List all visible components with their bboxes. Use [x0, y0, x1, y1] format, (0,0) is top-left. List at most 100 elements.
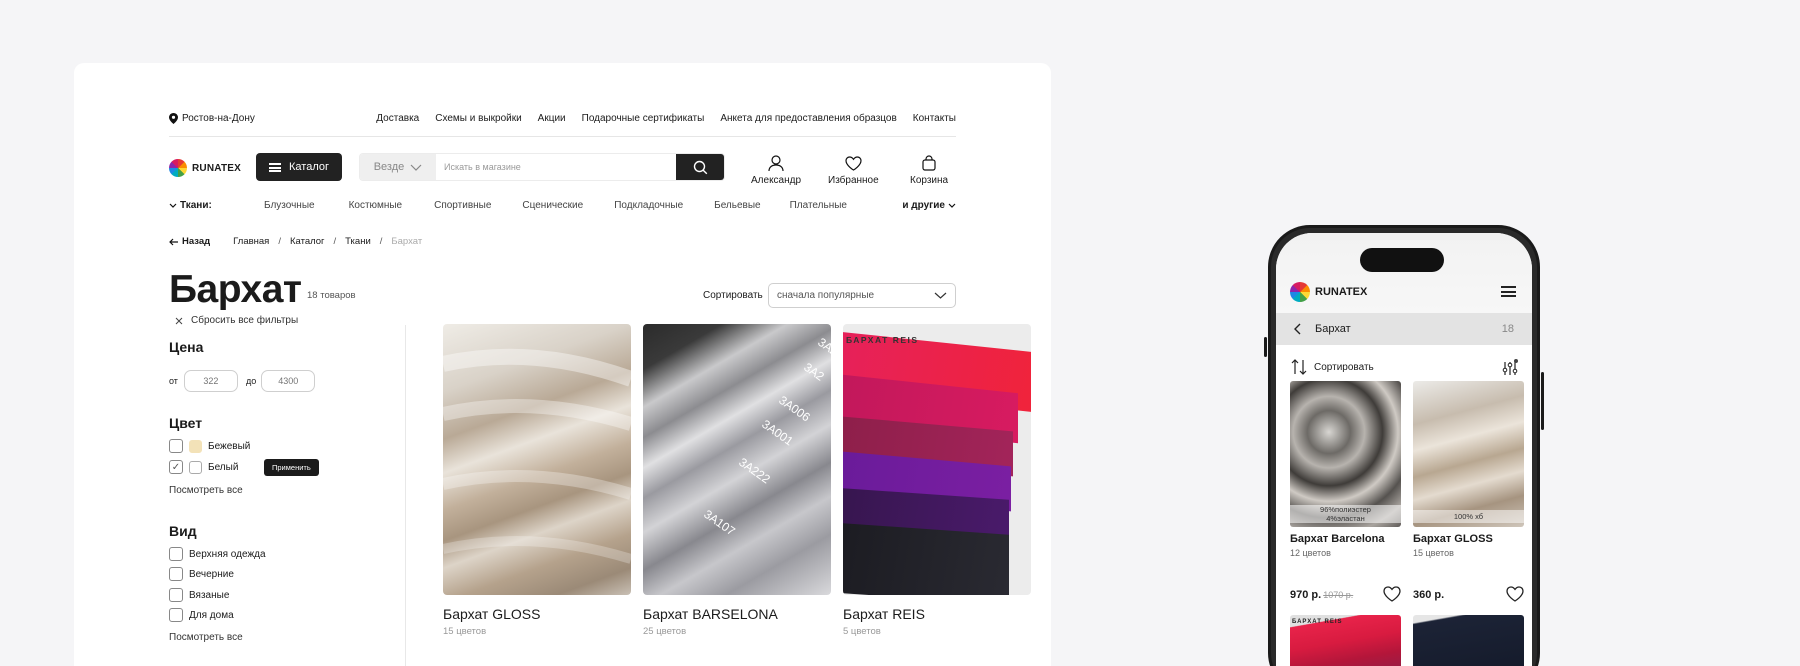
product-name[interactable]: Бархат BARSELONA [643, 606, 831, 622]
catalog-button[interactable]: Каталог [256, 153, 342, 181]
city-selector[interactable]: Ростов-на-Дону [169, 112, 255, 124]
top-link-certificates[interactable]: Подарочные сертификаты [582, 113, 705, 124]
kind-option[interactable]: Вечерние [169, 567, 234, 581]
product-brand: БАРХАТ REIS [846, 335, 919, 345]
product-card[interactable]: 3A2 3A2 3A006 3A001 3A222 3A107 Бархат B… [643, 324, 831, 637]
page-title: Бархат [169, 268, 302, 311]
logo[interactable]: RUNATEX [169, 159, 241, 177]
chevron-down-icon [169, 203, 177, 208]
checkbox[interactable] [169, 567, 183, 581]
sort-label: Сортировать [703, 290, 763, 301]
composition-line: 100% хб [1453, 512, 1484, 521]
category-lead[interactable]: Ткани: [169, 200, 264, 211]
cart-button[interactable]: Корзина [910, 153, 948, 186]
search-icon [693, 160, 707, 174]
heart-icon[interactable] [1383, 586, 1401, 602]
top-link-delivery[interactable]: Доставка [376, 113, 419, 124]
account-button[interactable]: Александр [751, 153, 801, 186]
category-stage[interactable]: Сценические [522, 200, 583, 211]
desktop-mockup: Ростов-на-Дону Доставка Схемы и выкройки… [74, 63, 1051, 666]
bag-icon [922, 155, 936, 171]
back-label: Назад [182, 236, 211, 247]
top-link-samples-form[interactable]: Анкета для предоставления образцов [720, 113, 896, 124]
top-link-promo[interactable]: Акции [538, 113, 566, 124]
heart-icon [845, 155, 862, 171]
divider [405, 325, 406, 666]
location-pin-icon [169, 112, 178, 124]
price-to-label: до [245, 376, 257, 386]
category-more[interactable]: и другие [902, 200, 956, 211]
category-lining[interactable]: Подкладочные [614, 200, 683, 211]
search-input[interactable] [436, 154, 676, 180]
phone-side-button [1541, 372, 1544, 430]
mobile-product-card[interactable]: 96%полиэстер 4%эластан Бархат Barcelona … [1290, 381, 1401, 602]
mobile-product-image[interactable] [1413, 615, 1524, 666]
price-to-input[interactable] [261, 370, 316, 392]
category-linen[interactable]: Бельевые [714, 200, 760, 211]
kind-option[interactable]: Для дома [169, 608, 234, 622]
mobile-logo[interactable]: RUNATEX [1290, 282, 1367, 302]
color-option-white[interactable]: ✓ Белый [169, 460, 238, 474]
fabric-tag: 3A2 [801, 360, 827, 384]
product-card[interactable]: БАРХАТ REIS Бархат REIS 5 цветов [843, 324, 1031, 637]
chevron-left-icon[interactable] [1294, 323, 1301, 335]
top-link-contacts[interactable]: Контакты [913, 113, 956, 124]
crumb-fabrics[interactable]: Ткани [345, 236, 371, 247]
color-option-label: Белый [208, 461, 239, 473]
mobile-product-image[interactable]: 96%полиэстер 4%эластан [1290, 381, 1401, 527]
mobile-product-image[interactable]: БАРХАТ REIS [1290, 615, 1401, 666]
kind-option-label: Для дома [189, 609, 234, 621]
heart-icon[interactable] [1506, 586, 1524, 602]
category-sport[interactable]: Спортивные [434, 200, 491, 211]
mobile-sort-label[interactable]: Сортировать [1314, 362, 1502, 373]
checkbox[interactable] [169, 588, 183, 602]
checkbox[interactable] [169, 439, 183, 453]
search-button[interactable] [676, 154, 724, 180]
product-image[interactable]: БАРХАТ REIS [843, 324, 1031, 595]
category-blouse[interactable]: Блузочные [264, 200, 315, 211]
reset-filters-button[interactable]: Сбросить все фильтры [175, 315, 298, 326]
account-label: Александр [751, 175, 802, 186]
category-suit[interactable]: Костюмные [349, 200, 403, 211]
mobile-product-card[interactable]: 100% хб Бархат GLOSS 15 цветов 360 р. [1413, 381, 1524, 602]
mobile-breadcrumb: Бархат 18 [1276, 313, 1532, 345]
search-scope-dropdown[interactable]: Везде [360, 154, 436, 180]
kind-option-label: Верхняя одежда [189, 548, 266, 560]
search-bar: Везде [359, 153, 725, 181]
color-see-all-link[interactable]: Посмотреть все [169, 485, 243, 496]
product-card[interactable]: Бархат GLOSS 15 цветов [443, 324, 631, 637]
mobile-product-name[interactable]: Бархат GLOSS [1413, 533, 1524, 545]
checkbox[interactable] [169, 547, 183, 561]
color-option-label: Бежевый [208, 440, 251, 452]
crumb-catalog[interactable]: Каталог [290, 236, 325, 247]
back-link[interactable]: Назад [169, 236, 210, 247]
color-option-beige[interactable]: Бежевый [169, 439, 250, 453]
kind-see-all-link[interactable]: Посмотреть все [169, 632, 243, 643]
sort-arrows-icon[interactable] [1291, 359, 1308, 375]
composition-badge: 96%полиэстер 4%эластан [1290, 505, 1401, 523]
filter-sliders-icon[interactable] [1502, 358, 1518, 376]
kind-option[interactable]: Вязаные [169, 588, 229, 602]
price-from-label: от [169, 376, 178, 386]
product-image[interactable] [443, 324, 631, 595]
mobile-product-name[interactable]: Бархат Barcelona [1290, 533, 1401, 545]
hamburger-menu-icon[interactable] [1501, 286, 1516, 297]
price-from-input[interactable] [183, 370, 238, 392]
category-more-label: и другие [902, 199, 945, 211]
category-dress[interactable]: Плательные [790, 200, 847, 211]
price-value: 360 р. [1413, 589, 1445, 601]
crumb-home[interactable]: Главная [233, 236, 269, 247]
checkbox-checked[interactable]: ✓ [169, 460, 183, 474]
favorites-button[interactable]: Избранное [828, 153, 879, 186]
product-name[interactable]: Бархат REIS [843, 606, 1031, 622]
checkbox[interactable] [169, 608, 183, 622]
kind-option[interactable]: Верхняя одежда [169, 547, 266, 561]
top-link-patterns[interactable]: Схемы и выкройки [435, 113, 521, 124]
apply-filter-button[interactable]: Применить [264, 459, 319, 476]
color-swatch [189, 439, 202, 453]
mobile-product-image[interactable]: 100% хб [1413, 381, 1524, 527]
divider [169, 136, 956, 137]
sort-select[interactable]: сначала популярные [768, 283, 956, 308]
product-name[interactable]: Бархат GLOSS [443, 606, 631, 622]
product-image[interactable]: 3A2 3A2 3A006 3A001 3A222 3A107 [643, 324, 831, 595]
